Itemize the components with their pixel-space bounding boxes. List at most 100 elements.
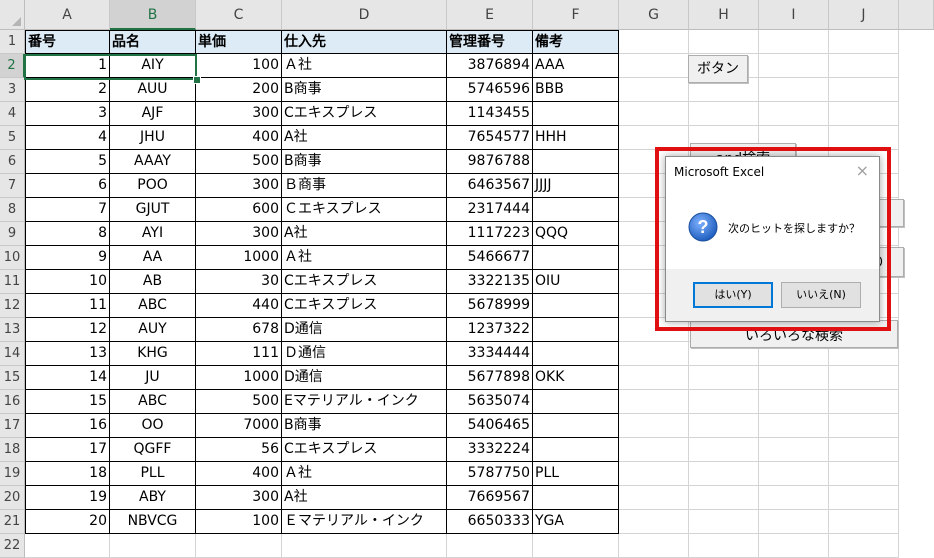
row-header-15[interactable]: 15 — [0, 366, 25, 390]
table-cell-control-no[interactable]: 1117223 — [447, 222, 533, 246]
table-cell-control-no[interactable]: 5635074 — [447, 390, 533, 414]
table-cell-remarks[interactable] — [533, 390, 619, 414]
message-box-dialog[interactable]: Microsoft Excel × ? 次のヒットを探しますか？ はい(Y) い… — [665, 156, 880, 322]
row-header-8[interactable]: 8 — [0, 198, 25, 222]
empty-cell[interactable] — [619, 486, 689, 510]
table-cell-item-name[interactable]: AUY — [110, 318, 196, 342]
empty-cell[interactable] — [619, 126, 689, 150]
table-cell-remarks[interactable] — [533, 150, 619, 174]
table-cell-no[interactable]: 10 — [25, 270, 110, 294]
table-cell-remarks[interactable] — [533, 246, 619, 270]
spreadsheet[interactable]: ABCDEFGHIJ 1 2 3 4 5 6 7 8 9 10 11 12 13 14 15 16 17 18 19… — [0, 0, 934, 558]
empty-cell[interactable] — [829, 390, 899, 414]
table-cell-unit-price[interactable]: 300 — [196, 486, 282, 510]
table-cell-remarks[interactable] — [533, 438, 619, 462]
table-cell-no[interactable]: 5 — [25, 150, 110, 174]
empty-cell[interactable] — [829, 78, 899, 102]
column-header-A[interactable]: A — [25, 0, 110, 30]
empty-cell[interactable] — [829, 366, 899, 390]
table-cell-remarks[interactable]: HHH — [533, 126, 619, 150]
row-header-5[interactable]: 5 — [0, 126, 25, 150]
column-header-I[interactable]: I — [759, 0, 829, 30]
table-cell-unit-price[interactable]: 440 — [196, 294, 282, 318]
table-cell-unit-price[interactable]: 100 — [196, 54, 282, 78]
table-cell-supplier[interactable]: Ｅマテリアル・インク — [282, 510, 447, 534]
table-cell-unit-price[interactable]: 300 — [196, 174, 282, 198]
row-header-2[interactable]: 2 — [0, 54, 25, 78]
table-cell-item-name[interactable]: JU — [110, 366, 196, 390]
table-header-control-no[interactable]: 管理番号 — [447, 30, 533, 54]
table-cell-no[interactable]: 15 — [25, 390, 110, 414]
table-cell-no[interactable]: 19 — [25, 486, 110, 510]
table-cell-supplier[interactable]: B商事 — [282, 150, 447, 174]
table-cell-no[interactable]: 11 — [25, 294, 110, 318]
empty-cell[interactable] — [829, 486, 899, 510]
row-header-9[interactable]: 9 — [0, 222, 25, 246]
empty-cell[interactable] — [619, 78, 689, 102]
table-cell-unit-price[interactable]: 300 — [196, 222, 282, 246]
empty-cell[interactable] — [759, 54, 829, 78]
table-cell-control-no[interactable]: 5746596 — [447, 78, 533, 102]
empty-cell[interactable] — [759, 534, 829, 558]
table-header-remarks[interactable]: 備考 — [533, 30, 619, 54]
table-cell-supplier[interactable]: Eマテリアル・インク — [282, 390, 447, 414]
table-header-unit-price[interactable]: 単価 — [196, 30, 282, 54]
empty-cell[interactable] — [759, 486, 829, 510]
empty-cell[interactable] — [689, 102, 759, 126]
sheet-button-1[interactable]: ボタン — [688, 55, 748, 83]
table-cell-no[interactable]: 7 — [25, 198, 110, 222]
table-cell-remarks[interactable] — [533, 198, 619, 222]
empty-cell[interactable] — [619, 534, 689, 558]
table-cell-unit-price[interactable]: 300 — [196, 102, 282, 126]
empty-cell[interactable] — [829, 534, 899, 558]
table-cell-remarks[interactable] — [533, 342, 619, 366]
empty-cell[interactable] — [619, 366, 689, 390]
table-cell-no[interactable]: 6 — [25, 174, 110, 198]
table-cell-control-no[interactable]: 5787750 — [447, 462, 533, 486]
empty-cell[interactable] — [689, 30, 759, 54]
row-header-14[interactable]: 14 — [0, 342, 25, 366]
table-cell-supplier[interactable]: Ｂ商事 — [282, 174, 447, 198]
fill-handle[interactable] — [193, 76, 201, 84]
empty-cell[interactable] — [759, 510, 829, 534]
table-cell-control-no[interactable]: 5466677 — [447, 246, 533, 270]
table-header-no[interactable]: 番号 — [25, 30, 110, 54]
table-cell-supplier[interactable]: Cエキスプレス — [282, 438, 447, 462]
empty-cell[interactable] — [282, 534, 447, 558]
column-header-J[interactable]: J — [829, 0, 899, 30]
empty-cell[interactable] — [25, 534, 110, 558]
empty-cell[interactable] — [619, 462, 689, 486]
table-cell-no[interactable]: 20 — [25, 510, 110, 534]
table-cell-unit-price[interactable]: 400 — [196, 126, 282, 150]
empty-cell[interactable] — [689, 390, 759, 414]
empty-cell[interactable] — [759, 414, 829, 438]
table-cell-no[interactable]: 13 — [25, 342, 110, 366]
table-cell-unit-price[interactable]: 30 — [196, 270, 282, 294]
empty-cell[interactable] — [759, 102, 829, 126]
table-cell-item-name[interactable]: ABC — [110, 294, 196, 318]
table-cell-no[interactable]: 12 — [25, 318, 110, 342]
table-cell-remarks[interactable]: YGA — [533, 510, 619, 534]
table-cell-supplier[interactable]: A社 — [282, 486, 447, 510]
table-cell-control-no[interactable]: 5678999 — [447, 294, 533, 318]
empty-cell[interactable] — [533, 534, 619, 558]
empty-cell[interactable] — [619, 102, 689, 126]
table-cell-supplier[interactable]: Cエキスプレス — [282, 294, 447, 318]
empty-cell[interactable] — [619, 54, 689, 78]
table-cell-control-no[interactable]: 3334444 — [447, 342, 533, 366]
table-cell-supplier[interactable]: D通信 — [282, 366, 447, 390]
table-cell-no[interactable]: 3 — [25, 102, 110, 126]
table-cell-item-name[interactable]: POO — [110, 174, 196, 198]
table-cell-remarks[interactable]: PLL — [533, 462, 619, 486]
empty-cell[interactable] — [829, 102, 899, 126]
empty-cell[interactable] — [689, 510, 759, 534]
empty-cell[interactable] — [619, 390, 689, 414]
empty-cell[interactable] — [759, 438, 829, 462]
table-cell-no[interactable]: 4 — [25, 126, 110, 150]
table-cell-no[interactable]: 18 — [25, 462, 110, 486]
row-header-6[interactable]: 6 — [0, 150, 25, 174]
table-cell-supplier[interactable]: A社 — [282, 126, 447, 150]
table-cell-supplier[interactable]: A社 — [282, 222, 447, 246]
empty-cell[interactable] — [689, 462, 759, 486]
column-header-C[interactable]: C — [196, 0, 282, 30]
